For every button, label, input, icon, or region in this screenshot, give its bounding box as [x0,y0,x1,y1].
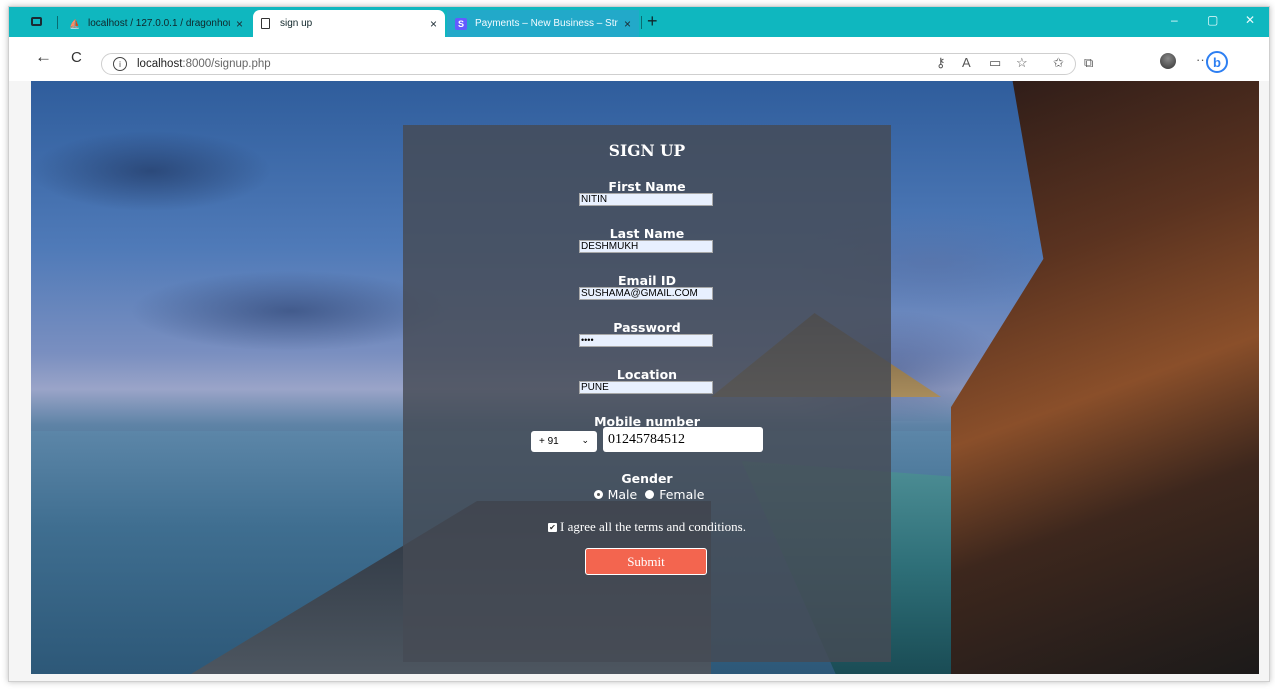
tab-close-icon[interactable]: × [624,17,631,31]
tab-stripe-payments[interactable]: S Payments – New Business – Strip × [447,10,639,37]
gender-female-radio[interactable] [645,490,655,499]
bing-chat-icon[interactable]: b [1206,51,1228,73]
url-path: :8000/signup.php [182,58,271,70]
first-name-label: First Name [608,179,686,194]
email-input[interactable]: SUSHAMA@GMAIL.COM [579,287,713,300]
tab-strip: ⛵ localhost / 127.0.0.1 / dragonhou × si… [9,7,1269,37]
location-input[interactable]: PUNE [579,381,713,394]
tab-separator [641,16,642,29]
signup-form: SIGN UP First Name NITIN Last Name DESHM… [403,125,891,662]
last-name-input[interactable]: DESHMUKH [579,240,713,253]
add-favorite-icon[interactable]: ☆ [1016,55,1028,71]
terms-row: ✔ I agree all the terms and conditions. [403,519,891,535]
site-info-icon[interactable]: i [113,57,127,71]
terms-label: I agree all the terms and conditions. [560,519,746,534]
form-title: SIGN UP [608,141,686,160]
tab-title: localhost / 127.0.0.1 / dragonhou [88,18,230,29]
phpmyadmin-favicon-icon: ⛵ [69,18,81,29]
tab-phpmyadmin[interactable]: ⛵ localhost / 127.0.0.1 / dragonhou × [61,10,251,37]
tab-sign-up[interactable]: sign up × [253,10,445,37]
tab-actions-icon[interactable] [31,17,42,26]
page-favicon-icon [261,18,270,29]
collections-icon[interactable]: ⧉ [1084,55,1093,71]
read-aloud-icon[interactable]: A [962,55,971,70]
key-icon[interactable]: ⚷ [936,55,946,71]
favorites-icon[interactable]: ✩ [1053,55,1064,71]
chevron-down-icon: ⌄ [581,435,589,445]
close-window-button[interactable]: ✕ [1245,13,1255,27]
gender-male-label: Male [607,487,638,502]
stripe-favicon-icon: S [455,17,467,30]
email-label: Email ID [618,273,676,288]
country-code-select[interactable]: + 91 ⌄ [531,431,597,452]
last-name-label: Last Name [609,226,685,241]
profile-avatar[interactable] [1160,53,1176,69]
tab-close-icon[interactable]: × [236,17,243,31]
reload-button[interactable]: C [71,49,82,66]
gender-male-radio[interactable] [593,490,603,499]
minimize-button[interactable]: – [1171,13,1178,27]
gender-label: Gender [621,471,673,486]
password-input[interactable]: •••• [579,334,713,347]
browser-toolbar: ← C i localhost:8000/signup.php ⚷ A ▭ ☆ … [9,37,1269,81]
tab-title: sign up [280,18,313,29]
tab-close-icon[interactable]: × [430,17,437,31]
maximize-button[interactable]: ▢ [1207,13,1218,27]
location-label: Location [616,367,678,382]
gender-options: Male Female [403,487,891,502]
reader-view-icon[interactable]: ▭ [989,55,1001,71]
address-bar[interactable]: i localhost:8000/signup.php [101,53,1076,75]
first-name-input[interactable]: NITIN [579,193,713,206]
new-tab-button[interactable]: + [647,11,658,32]
mobile-number-input[interactable]: 01245784512 [603,427,763,452]
back-button[interactable]: ← [35,47,52,67]
country-code-value: + 91 [539,436,559,447]
submit-button[interactable]: Submit [585,548,707,575]
browser-window: ⛵ localhost / 127.0.0.1 / dragonhou × si… [8,6,1270,682]
tab-title: Payments – New Business – Strip [475,18,618,29]
password-label: Password [613,320,681,335]
url-host: localhost [137,58,183,70]
gender-female-label: Female [659,487,705,502]
terms-checkbox[interactable]: ✔ [548,522,558,532]
tab-separator [57,16,58,29]
page-viewport: SIGN UP First Name NITIN Last Name DESHM… [31,81,1259,674]
